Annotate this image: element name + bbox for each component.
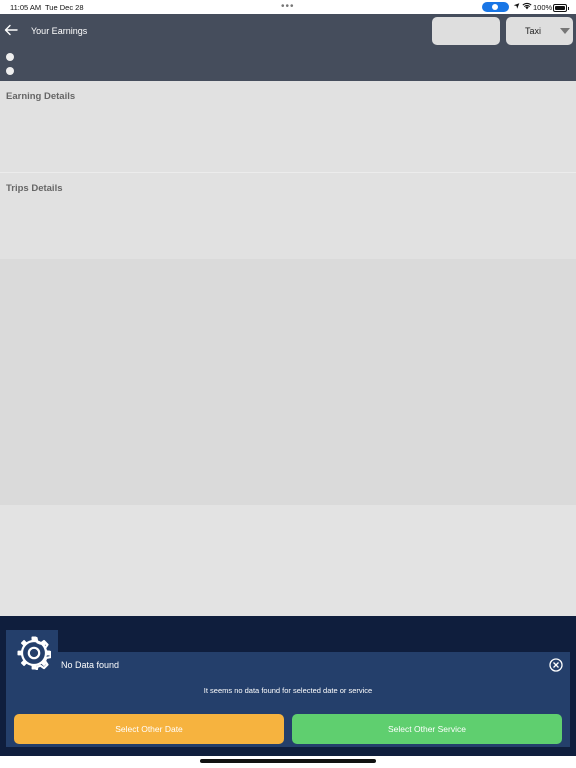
location-activity-pill-icon bbox=[482, 2, 509, 12]
dialog-message: It seems no data found for selected date… bbox=[203, 686, 373, 695]
home-indicator[interactable] bbox=[200, 759, 376, 763]
app-header: Your Earnings Taxi bbox=[0, 14, 576, 81]
status-time: 11:05 AM bbox=[10, 3, 42, 12]
chart-placeholder-area bbox=[0, 259, 576, 505]
filter-option-radio-1[interactable] bbox=[6, 53, 14, 61]
service-type-dropdown[interactable]: Taxi bbox=[506, 17, 573, 45]
back-arrow-icon[interactable] bbox=[4, 24, 20, 38]
no-data-bottom-sheet: No Data found It seems no data found for… bbox=[0, 616, 576, 756]
earning-details-heading: Earning Details bbox=[6, 91, 76, 102]
multitasking-dots-icon[interactable]: ••• bbox=[281, 0, 295, 14]
service-type-value: Taxi bbox=[525, 26, 542, 36]
list-placeholder-area bbox=[0, 505, 576, 616]
status-date: Tue Dec 28 bbox=[45, 3, 84, 12]
trips-details-heading: Trips Details bbox=[6, 183, 63, 194]
wifi-icon bbox=[522, 2, 532, 12]
battery-icon bbox=[553, 4, 569, 12]
select-other-service-button[interactable]: Select Other Service bbox=[292, 714, 562, 744]
location-arrow-icon bbox=[513, 2, 520, 12]
date-filter-button[interactable] bbox=[432, 17, 500, 45]
close-circle-icon[interactable] bbox=[549, 658, 563, 672]
earning-details-section: Earning Details bbox=[0, 81, 576, 172]
dialog-title: No Data found bbox=[61, 660, 120, 670]
filter-option-radio-2[interactable] bbox=[6, 67, 14, 75]
gear-icon bbox=[17, 636, 51, 670]
page-title: Your Earnings bbox=[31, 26, 88, 36]
gear-icon-tab bbox=[6, 630, 58, 676]
battery-percent: 100% bbox=[533, 3, 553, 12]
trips-details-section: Trips Details bbox=[0, 172, 576, 260]
select-other-date-button[interactable]: Select Other Date bbox=[14, 714, 284, 744]
status-bar: 11:05 AM Tue Dec 28 ••• 100% bbox=[0, 0, 576, 14]
caret-down-icon bbox=[560, 28, 570, 34]
